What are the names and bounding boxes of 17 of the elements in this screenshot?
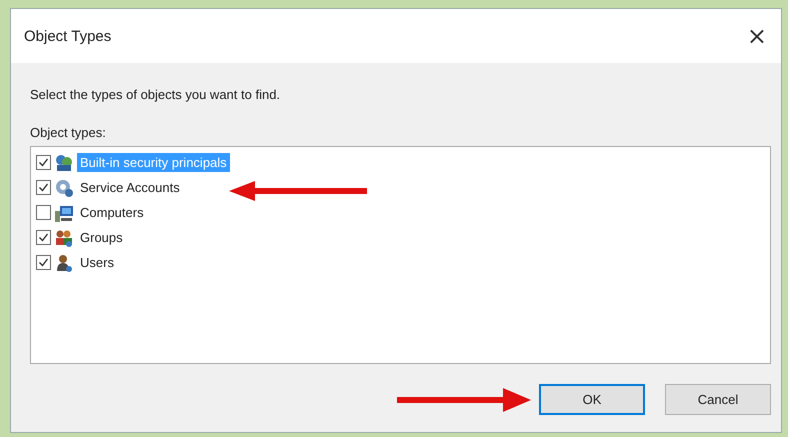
close-button[interactable]: × [742,24,771,48]
list-label: Object types: [30,125,107,140]
ok-button[interactable]: OK [539,384,645,415]
checkbox[interactable] [36,205,51,220]
list-item[interactable]: Groups [77,228,126,247]
instruction-text: Select the types of objects you want to find. [30,87,282,102]
checkbox[interactable] [36,230,51,245]
checkbox[interactable] [36,155,51,170]
group-icon [54,228,74,248]
list-item[interactable]: Computers [77,203,147,222]
checkbox[interactable] [36,180,51,195]
window-title: Object Types [24,28,112,44]
list-item[interactable]: Users [77,253,117,272]
list-item[interactable]: Service Accounts [77,178,183,197]
cancel-button[interactable]: Cancel [665,384,771,415]
checkbox[interactable] [36,255,51,270]
user-icon [54,252,74,272]
